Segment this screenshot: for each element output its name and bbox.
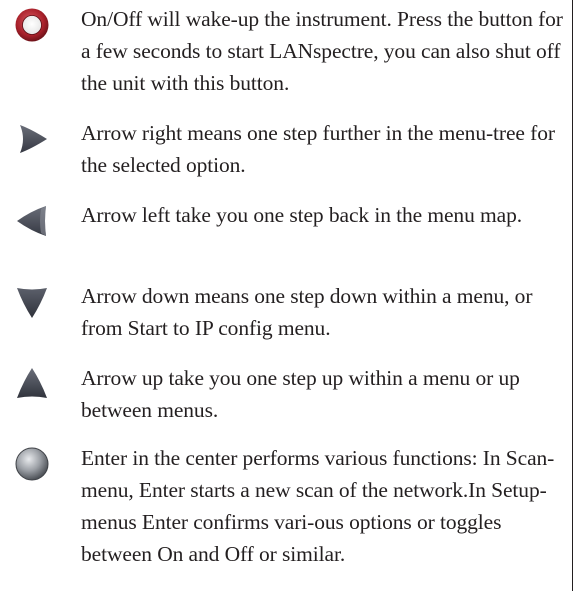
item-text: Arrow left take you one step back in the… [81,203,522,227]
item-text: Arrow right means one step further in th… [81,121,555,177]
item-text: Arrow up take you one step up within a m… [81,366,520,422]
arrow-up-icon [14,366,50,402]
item-text: Enter in the center performs various fun… [81,446,555,566]
arrow-left-icon [14,203,50,239]
power-ring-icon [14,7,50,43]
item-text: On/Off will wake-up the instrument. Pres… [81,7,563,95]
column-rule [572,0,573,591]
button-description-page: On/Off will wake-up the instrument. Pres… [0,0,582,591]
item-text: Arrow down means one step down within a … [81,284,533,340]
arrow-right-icon [14,121,50,157]
arrow-down-icon [14,284,50,320]
enter-button-icon [14,446,50,482]
